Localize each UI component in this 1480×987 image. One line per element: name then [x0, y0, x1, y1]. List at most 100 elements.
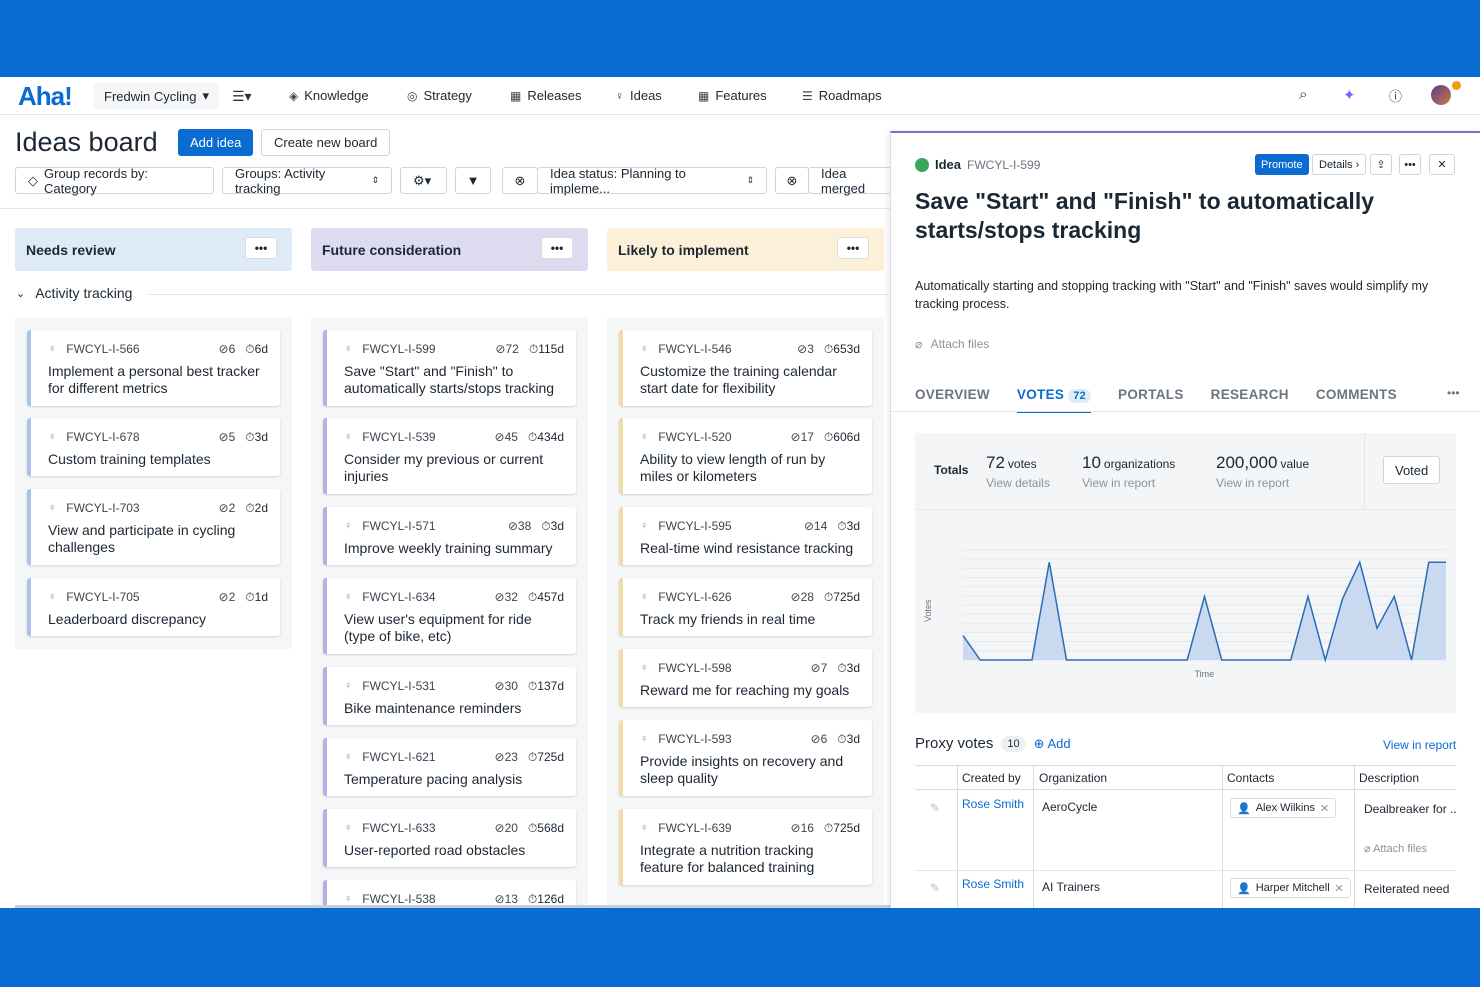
idea-card[interactable]: ♀ FWCYL-I-639 ⊘16 ⏱725d Integrate a nutriti… — [619, 809, 872, 885]
idea-card[interactable]: ♀ FWCYL-I-531 ⊘30 ⏱137d Bike maintenance re… — [323, 667, 576, 725]
idea-card[interactable]: ♀ FWCYL-I-520 ⊘17 ⏱606d Ability to view len… — [619, 418, 872, 494]
tab-overview[interactable]: OVERVIEW — [915, 387, 990, 413]
remove-icon[interactable]: ✕ — [1320, 802, 1329, 815]
remove-status-filter-button[interactable]: ⊗ — [502, 167, 538, 194]
view-in-report-link[interactable]: View in report — [1383, 738, 1456, 752]
idea-key: FWCYL-I-678 — [66, 430, 140, 444]
group-records-button[interactable]: ◇ Group records by: Category — [15, 166, 214, 196]
nav-knowledge[interactable]: ◈ Knowledge — [289, 88, 369, 103]
idea-card[interactable]: ♀ FWCYL-I-593 ⊘6 ⏱3d Provide insights on re… — [619, 720, 872, 796]
record-key[interactable]: FWCYL-I-599 — [967, 158, 1040, 172]
groups-select[interactable]: Groups: Activity tracking ⇕ — [222, 166, 392, 196]
idea-card[interactable]: ♀ FWCYL-I-703 ⊘2 ⏱2d View and participate i… — [27, 489, 280, 565]
idea-card[interactable]: ♀ FWCYL-I-599 ⊘72 ⏱115d Save "Start" and "F… — [323, 330, 576, 406]
created-by-link[interactable]: Rose Smith — [962, 877, 1024, 891]
idea-card[interactable]: ♀ FWCYL-I-621 ⊘23 ⏱725d Temperature pacing … — [323, 738, 576, 796]
idea-card[interactable]: ♀ FWCYL-I-705 ⊘2 ⏱1d Leaderboard discrepanc… — [27, 578, 280, 636]
tab-portals[interactable]: PORTALS — [1118, 387, 1184, 413]
created-by-link[interactable]: Rose Smith — [962, 797, 1024, 811]
column-title: Likely to implement — [618, 241, 749, 258]
more-icon[interactable]: ••• — [1399, 154, 1421, 175]
vote-count: ⊘6 — [218, 342, 236, 356]
create-board-button[interactable]: Create new board — [261, 129, 391, 156]
help-icon[interactable]: ⓘ — [1389, 86, 1402, 105]
column-header[interactable]: Created by — [962, 771, 1021, 785]
column-header[interactable]: Contacts — [1227, 771, 1274, 785]
remove-merged-filter-button[interactable]: ⊗ — [775, 167, 809, 194]
tab-votes[interactable]: VOTES 72 — [1016, 387, 1092, 413]
idea-card[interactable]: ♀ FWCYL-I-634 ⊘32 ⏱457d View user's equipme… — [323, 578, 576, 654]
organization[interactable]: AI Trainers — [1042, 880, 1100, 894]
column-more-button[interactable]: ••• — [541, 237, 573, 259]
share-icon[interactable]: ⇪ — [1370, 154, 1392, 175]
idea-title[interactable]: Save "Start" and "Finish" to automatical… — [915, 187, 1395, 245]
idea-card[interactable]: ♀ FWCYL-I-626 ⊘28 ⏱725d Track my friends in… — [619, 578, 872, 636]
idea-card[interactable]: ♀ FWCYL-I-595 ⊘14 ⏱3d Real-time wind resist… — [619, 507, 872, 565]
tab-comments[interactable]: COMMENTS — [1316, 387, 1397, 413]
column-header[interactable]: Organization — [1039, 771, 1107, 785]
idea-card[interactable]: ♀ FWCYL-I-678 ⊘5 ⏱3d Custom training templa… — [27, 418, 280, 476]
column-more-button[interactable]: ••• — [245, 237, 277, 259]
column-header[interactable]: Description — [1359, 771, 1419, 785]
promote-button[interactable]: Promote — [1255, 154, 1309, 175]
idea-card[interactable]: ♀ FWCYL-I-538 ⊘13 ⏱126d — [323, 880, 576, 908]
idea-card[interactable]: ♀ FWCYL-I-571 ⊘38 ⏱3d Improve weekly traini… — [323, 507, 576, 565]
caret-down-icon: ▾ — [202, 88, 210, 103]
column-header-likely-to-implement[interactable]: Likely to implement ••• — [607, 228, 884, 271]
proxy-votes-count: 10 — [1001, 735, 1026, 752]
nav-strategy[interactable]: ◎ Strategy — [407, 88, 472, 103]
idea-description[interactable]: Automatically starting and stopping trac… — [915, 277, 1460, 313]
ai-sparkle-icon[interactable]: ✦ — [1343, 86, 1356, 104]
age: ⏱434d — [527, 429, 564, 444]
lane-needs-review: ♀ FWCYL-I-566 ⊘6 ⏱6d Implement a personal b… — [15, 318, 292, 649]
value-view-report-link[interactable]: View in report — [1216, 476, 1309, 490]
nav-ideas[interactable]: ♀ Ideas — [615, 88, 662, 103]
pencil-icon[interactable]: ✎ — [930, 881, 940, 895]
menu-icon[interactable]: ☰▾ — [232, 88, 252, 105]
tabs-more-icon[interactable]: ••• — [1447, 386, 1460, 400]
lightbulb-icon: ♀ — [344, 591, 353, 603]
status-filter[interactable]: Idea status: Planning to impleme... ⇕ — [537, 166, 767, 196]
description[interactable]: Dealbreaker for ... — [1364, 802, 1456, 816]
idea-card[interactable]: ♀ FWCYL-I-598 ⊘7 ⏱3d Reward me for reaching… — [619, 649, 872, 707]
view-details-link[interactable]: View details — [986, 476, 1050, 490]
idea-card[interactable]: ♀ FWCYL-I-633 ⊘20 ⏱568d User-reported road … — [323, 809, 576, 867]
column-more-button[interactable]: ••• — [837, 237, 869, 259]
filter-button[interactable]: ▼ — [455, 167, 491, 194]
aha-logo[interactable]: Aha! — [18, 81, 73, 112]
nav-releases[interactable]: ▦ Releases — [510, 88, 582, 103]
pencil-icon[interactable]: ✎ — [930, 801, 940, 815]
column-header-needs-review[interactable]: Needs review ••• — [15, 228, 292, 271]
attach-files[interactable]: ⌀ Attach files — [915, 337, 989, 351]
settings-button[interactable]: ⚙▾ — [400, 167, 447, 194]
tab-research[interactable]: RESEARCH — [1211, 387, 1289, 413]
group-toggle[interactable]: ⌄ Activity tracking — [16, 285, 132, 301]
contact-chip[interactable]: 👤 Harper Mitchell ✕ — [1230, 878, 1351, 898]
avatar[interactable] — [1431, 85, 1451, 105]
column-header-future-consideration[interactable]: Future consideration ••• — [311, 228, 588, 271]
idea-card[interactable]: ♀ FWCYL-I-566 ⊘6 ⏱6d Implement a personal b… — [27, 330, 280, 406]
horizontal-scrollbar[interactable] — [15, 905, 890, 908]
nav-features[interactable]: ▦ Features — [698, 88, 767, 103]
age: ⏱725d — [823, 820, 860, 835]
attach-files[interactable]: ⌀ Attach files — [1364, 842, 1427, 855]
remove-icon[interactable]: ✕ — [1335, 882, 1344, 895]
idea-title: View user's equipment for ride (type of … — [344, 611, 532, 644]
details-button[interactable]: Details › — [1312, 154, 1367, 175]
idea-card[interactable]: ♀ FWCYL-I-546 ⊘3 ⏱653d Customize the traini… — [619, 330, 872, 406]
voted-button[interactable]: Voted — [1383, 456, 1441, 484]
contact-chip[interactable]: 👤 Alex Wilkins ✕ — [1230, 798, 1337, 818]
organization[interactable]: AeroCycle — [1042, 800, 1097, 814]
workspace-select[interactable]: Fredwin Cycling ▾ — [94, 83, 220, 109]
add-idea-button[interactable]: Add idea — [178, 129, 254, 156]
nav-roadmaps[interactable]: ☰ Roadmaps — [802, 88, 882, 103]
description[interactable]: Reiterated need — [1364, 882, 1449, 896]
idea-key: FWCYL-I-593 — [658, 732, 732, 746]
search-icon[interactable]: ⌕ — [1299, 86, 1307, 103]
close-icon[interactable]: ✕ — [1429, 154, 1455, 175]
idea-title: Custom training templates — [48, 451, 211, 467]
idea-card[interactable]: ♀ FWCYL-I-539 ⊘45 ⏱434d Consider my previou… — [323, 418, 576, 494]
add-proxy-vote-button[interactable]: ⊕ Add — [1034, 736, 1071, 752]
orgs-view-report-link[interactable]: View in report — [1082, 476, 1175, 490]
merged-filter[interactable]: Idea merged — [808, 166, 903, 196]
